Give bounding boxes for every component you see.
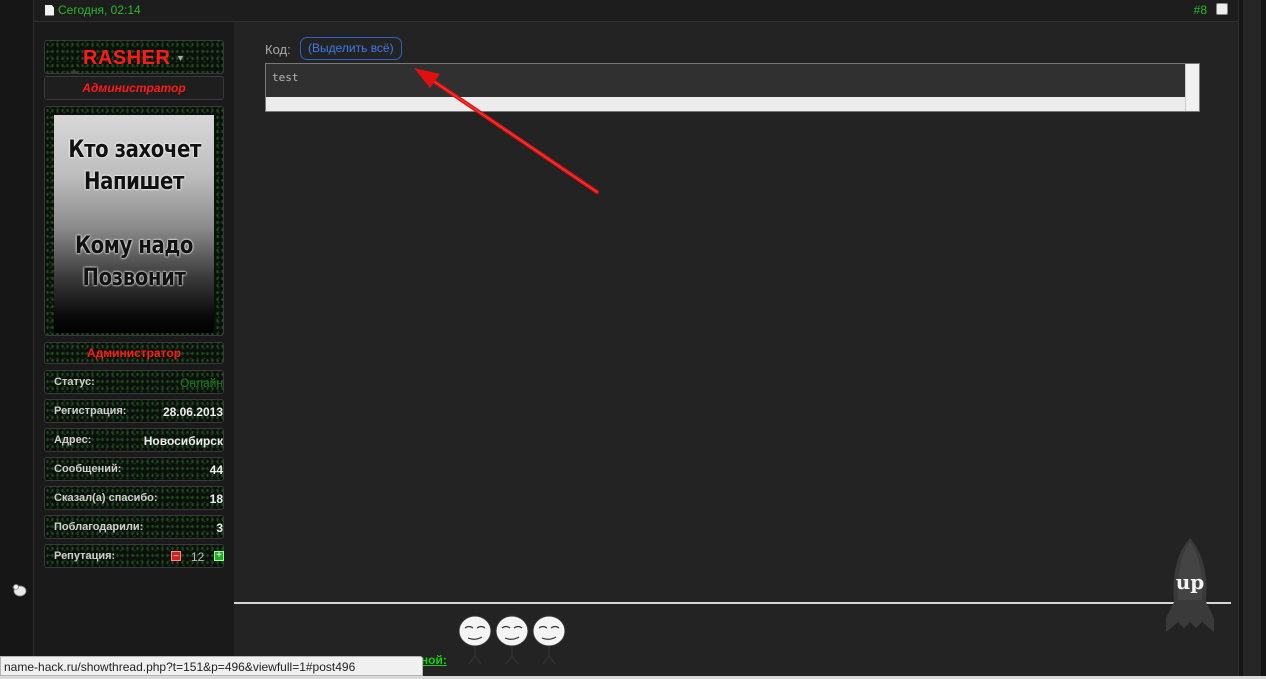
post-number-link[interactable]: #8 (1194, 3, 1207, 17)
meme-faces (458, 615, 566, 665)
stat-label: Статус: (54, 376, 95, 388)
dropdown-caret-icon[interactable]: ▼ (176, 53, 185, 63)
stat-value: 18 (209, 492, 223, 506)
post-content: Код: (Выделить всё) test мной: (234, 22, 1238, 679)
user-title: Администратор (44, 76, 224, 100)
stat-row-registration: Регистрация: 28.06.2013 (44, 399, 224, 423)
code-label: Код: (265, 42, 291, 57)
reputation-value: 12 (191, 550, 205, 564)
stat-row-posts: Сообщений: 44 (44, 457, 224, 481)
user-panel: RASHER ▼ Администратор Кто захочет Напиш… (34, 22, 234, 679)
post-header: Сегодня, 02:14 #8 (34, 0, 1238, 22)
user-rank: Администратор (44, 342, 224, 364)
stat-row-status: Статус: Онлайн (44, 370, 224, 394)
avatar-text-3: Кому надо (75, 231, 193, 259)
document-icon (45, 4, 54, 16)
code-scrollbar[interactable] (1185, 64, 1199, 111)
stat-label: Адрес: (54, 434, 92, 446)
stat-row-address: Адрес: Новосибирск (44, 428, 224, 452)
stat-value: Новосибирск (143, 434, 223, 448)
username-box[interactable]: RASHER ▼ (44, 40, 224, 74)
stat-label: Сообщений: (54, 463, 122, 475)
username[interactable]: RASHER (83, 47, 170, 70)
stat-label: Регистрация: (54, 405, 127, 417)
stat-value: 28.06.2013 (162, 405, 223, 419)
browser-status-bar: name-hack.ru/showthread.php?t=151&p=496&… (0, 656, 423, 676)
chicken-icon[interactable] (12, 582, 28, 598)
post-select-checkbox[interactable] (1216, 3, 1228, 15)
stat-label: Поблагодарили: (54, 521, 144, 533)
stat-label: Репутация: (54, 550, 116, 562)
post-date-text: Сегодня, 02:14 (58, 3, 141, 17)
stat-value: Онлайн (180, 376, 223, 390)
status-bar-url: name-hack.ru/showthread.php?t=151&p=496&… (4, 660, 356, 674)
code-text: test (272, 71, 299, 84)
user-rank-text: Администратор (86, 346, 182, 360)
code-block[interactable]: test (265, 63, 1200, 112)
page-right-gutter (1238, 0, 1266, 679)
select-all-button[interactable]: (Выделить всё) (300, 37, 402, 60)
avatar-text-4: Позвонит (82, 263, 186, 291)
avatar-text-2: Напишет (84, 167, 184, 195)
avatar-text-1: Кто захочет (68, 135, 201, 163)
user-title-text: Администратор (82, 81, 186, 95)
avatar[interactable]: Кто захочет Напишет Кому надо Позвонит (54, 115, 214, 333)
avatar-box: Кто захочет Напишет Кому надо Позвонит (44, 106, 224, 336)
stat-value: 3 (216, 521, 223, 535)
post-date: Сегодня, 02:14 (45, 3, 141, 17)
signature-divider (234, 602, 1231, 604)
forum-post: Сегодня, 02:14 #8 RASHER ▼ Администратор… (34, 0, 1238, 679)
reputation-minus-icon[interactable]: – (171, 551, 181, 561)
stat-row-thanks-received: Поблагодарили: 3 (44, 515, 224, 539)
stat-row-reputation: Репутация: – 12 + (44, 544, 224, 568)
reputation-plus-icon[interactable]: + (214, 551, 224, 561)
stat-value: 44 (209, 463, 223, 477)
page-left-gutter (0, 0, 34, 679)
stat-row-thanked: Сказал(а) спасибо: 18 (44, 486, 224, 510)
up-label: up (1176, 570, 1205, 594)
rocket-up-icon[interactable]: up (1158, 536, 1222, 632)
stat-label: Сказал(а) спасибо: (54, 492, 158, 504)
